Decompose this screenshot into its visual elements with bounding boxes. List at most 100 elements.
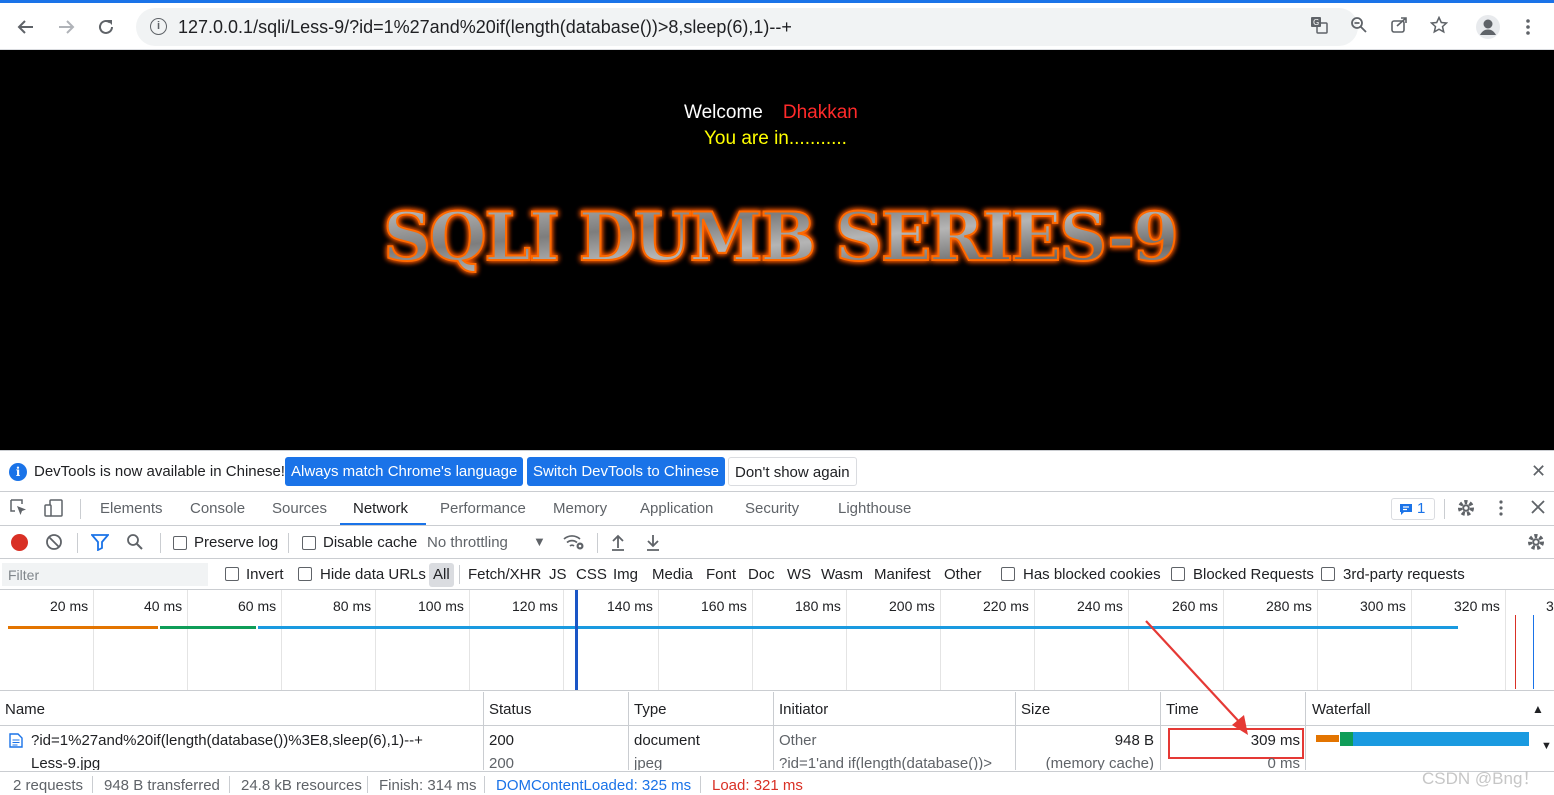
profile-icon[interactable]: [1474, 13, 1502, 41]
sort-up-icon[interactable]: ▲: [1532, 702, 1544, 716]
preserve-log-checkbox[interactable]: [173, 536, 187, 550]
import-har-icon[interactable]: [610, 533, 626, 556]
network-conditions-icon[interactable]: [563, 533, 585, 556]
column-header-status[interactable]: Status: [489, 701, 532, 718]
type-filter-doc[interactable]: Doc: [748, 566, 775, 583]
timeline-tick: 100 ms: [418, 598, 464, 614]
throttling-select[interactable]: No throttling: [427, 534, 508, 551]
tab-sources[interactable]: Sources: [272, 500, 327, 517]
document-icon: [9, 733, 23, 748]
type-filter-ws[interactable]: WS: [787, 566, 811, 583]
always-match-language-button[interactable]: Always match Chrome's language: [285, 457, 524, 486]
column-header-size[interactable]: Size: [1021, 701, 1050, 718]
close-icon[interactable]: ✕: [1531, 461, 1546, 482]
column-header-type[interactable]: Type: [634, 701, 667, 718]
export-har-icon[interactable]: [645, 533, 661, 556]
chevron-down-icon[interactable]: ▼: [533, 534, 546, 549]
has-blocked-cookies-checkbox[interactable]: [1001, 567, 1015, 581]
request-name[interactable]: ?id=1%27and%20if(length(database())%3E8,…: [31, 732, 423, 749]
timeline-tick: 3: [1546, 598, 1554, 614]
tab-application[interactable]: Application: [640, 500, 713, 517]
dom-content-loaded-time: DOMContentLoaded: 325 ms: [496, 777, 692, 794]
translate-icon[interactable]: G: [1308, 16, 1330, 38]
device-toolbar-icon[interactable]: [44, 499, 64, 522]
share-icon[interactable]: [1388, 16, 1410, 38]
type-filter-all[interactable]: All: [429, 563, 454, 587]
tab-security[interactable]: Security: [745, 500, 799, 517]
tab-memory[interactable]: Memory: [553, 500, 607, 517]
tab-performance[interactable]: Performance: [440, 500, 526, 517]
type-filter-css[interactable]: CSS: [576, 566, 607, 583]
issues-badge[interactable]: 1: [1391, 498, 1435, 520]
type-filter-img[interactable]: Img: [613, 566, 638, 583]
request-table: Name Status Type Initiator Size Time Wat…: [0, 692, 1554, 770]
hide-data-urls-checkbox[interactable]: [298, 567, 312, 581]
column-header-waterfall[interactable]: Waterfall: [1312, 701, 1371, 718]
timeline-tick: 80 ms: [333, 598, 372, 614]
overview-download-bar: [258, 626, 1458, 629]
browser-toolbar: i 127.0.0.1/sqli/Less-9/?id=1%27and%20if…: [0, 0, 1554, 50]
settings-gear-icon[interactable]: [1457, 499, 1475, 522]
timeline-tick: 280 ms: [1266, 598, 1312, 614]
type-filter-font[interactable]: Font: [706, 566, 736, 583]
back-icon[interactable]: [12, 13, 40, 41]
blocked-requests-label: Blocked Requests: [1193, 566, 1314, 583]
column-header-name[interactable]: Name: [5, 701, 45, 718]
timeline-tick: 220 ms: [983, 598, 1029, 614]
type-filter-js[interactable]: JS: [549, 566, 567, 583]
network-overview-timeline[interactable]: 20 ms 40 ms 60 ms 80 ms 100 ms 120 ms 14…: [0, 590, 1554, 691]
info-icon[interactable]: i: [150, 18, 167, 35]
filter-icon[interactable]: [90, 533, 110, 556]
waterfall-ttfb-bar: [1340, 732, 1353, 746]
tab-network[interactable]: Network: [353, 500, 408, 517]
filter-input[interactable]: [2, 563, 208, 586]
type-filter-media[interactable]: Media: [652, 566, 693, 583]
timeline-tick: 20 ms: [50, 598, 89, 614]
type-filter-other[interactable]: Other: [944, 566, 982, 583]
address-bar[interactable]: i 127.0.0.1/sqli/Less-9/?id=1%27and%20if…: [136, 8, 1449, 46]
request-initiator: Other: [779, 732, 817, 749]
timeline-tick: 180 ms: [795, 598, 841, 614]
timeline-tick: 200 ms: [889, 598, 935, 614]
scroll-down-icon[interactable]: ▼: [1541, 740, 1552, 752]
inspect-element-icon[interactable]: [10, 499, 28, 522]
type-filter-manifest[interactable]: Manifest: [874, 566, 931, 583]
dont-show-again-button[interactable]: Don't show again: [728, 457, 857, 486]
devtools-panel: i DevTools is now available in Chinese! …: [0, 450, 1554, 795]
zoom-icon[interactable]: [1348, 16, 1370, 38]
url-text[interactable]: 127.0.0.1/sqli/Less-9/?id=1%27and%20if(l…: [178, 17, 792, 38]
filter-bar: Invert Hide data URLs All Fetch/XHR JS C…: [0, 559, 1554, 590]
close-devtools-icon[interactable]: [1530, 499, 1546, 520]
blocked-requests-checkbox[interactable]: [1171, 567, 1185, 581]
search-icon[interactable]: [126, 533, 144, 556]
table-row[interactable]: ?id=1%27and%20if(length(database())%3E8,…: [0, 727, 1554, 759]
third-party-requests-checkbox[interactable]: [1321, 567, 1335, 581]
column-header-initiator[interactable]: Initiator: [779, 701, 828, 718]
request-initiator[interactable]: ?id=1'and if(length(database())>: [779, 755, 992, 770]
tab-lighthouse[interactable]: Lighthouse: [838, 500, 911, 517]
overview-ttfb-bar: [160, 626, 256, 629]
bookmark-star-icon[interactable]: [1428, 15, 1450, 38]
third-party-requests-label: 3rd-party requests: [1343, 566, 1465, 583]
clear-icon[interactable]: [45, 533, 63, 556]
type-filter-wasm[interactable]: Wasm: [821, 566, 863, 583]
forward-icon[interactable]: [52, 13, 80, 41]
record-icon[interactable]: [11, 534, 28, 551]
csdn-watermark: CSDN @Bng！: [1422, 769, 1540, 788]
reload-icon[interactable]: [92, 13, 120, 41]
menu-icon[interactable]: [1514, 13, 1542, 41]
network-settings-icon[interactable]: [1527, 533, 1545, 556]
invert-checkbox[interactable]: [225, 567, 239, 581]
login-status: You are in...........: [704, 128, 847, 149]
table-row[interactable]: Less-9.jpg 200 jpeg ?id=1'and if(length(…: [0, 753, 1554, 770]
request-name[interactable]: Less-9.jpg: [31, 755, 100, 770]
switch-to-chinese-button[interactable]: Switch DevTools to Chinese: [527, 457, 725, 486]
more-options-icon[interactable]: [1498, 499, 1504, 522]
tab-elements[interactable]: Elements: [100, 500, 163, 517]
tab-console[interactable]: Console: [190, 500, 245, 517]
network-toolbar: Preserve log Disable cache No throttling…: [0, 526, 1554, 559]
type-filter-fetch-xhr[interactable]: Fetch/XHR: [468, 566, 541, 583]
disable-cache-checkbox[interactable]: [302, 536, 316, 550]
banner-text: SQLI DUMB SERIES-9: [383, 198, 1176, 276]
devtools-tabbar: Elements Console Sources Network Perform…: [0, 492, 1554, 526]
